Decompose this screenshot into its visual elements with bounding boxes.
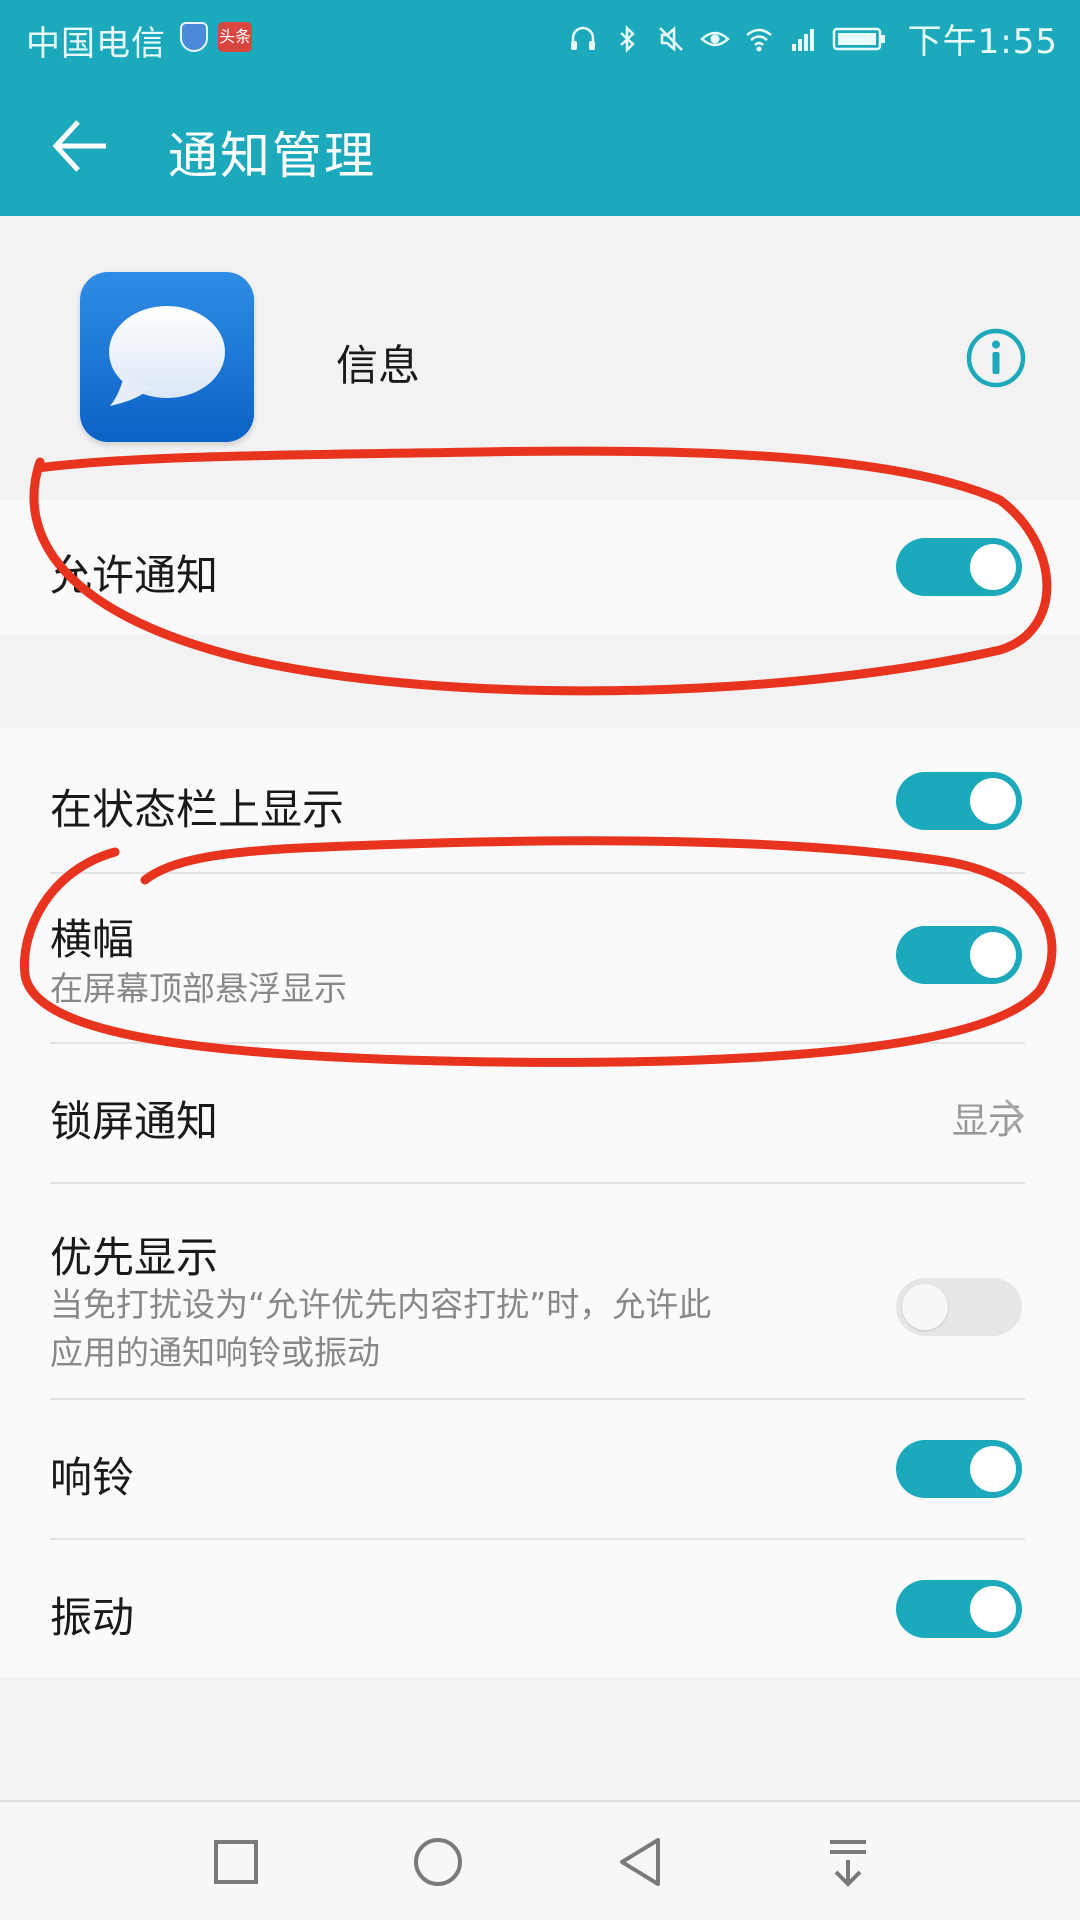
carrier-label: 中国电信 — [26, 24, 166, 64]
chevron-right-icon — [1004, 1098, 1025, 1134]
ringtone-toggle[interactable] — [896, 1440, 1022, 1498]
allow-notifications-row[interactable]: 允许通知 — [0, 500, 1080, 634]
status-bar-display-toggle[interactable] — [896, 772, 1022, 830]
status-bar-display-label: 在状态栏上显示 — [50, 785, 345, 834]
back-arrow-icon[interactable] — [48, 114, 112, 178]
banner-toggle[interactable] — [896, 926, 1022, 984]
allow-notifications-label: 允许通知 — [50, 551, 219, 600]
toggle-knob — [970, 1586, 1016, 1632]
toolbar: 通知管理 — [0, 76, 1080, 216]
security-shield-icon — [180, 22, 208, 52]
recents-square-icon[interactable] — [206, 1832, 266, 1892]
vibrate-label: 振动 — [50, 1593, 135, 1642]
home-circle-icon[interactable] — [408, 1832, 468, 1892]
toggle-knob — [970, 778, 1016, 824]
allow-notifications-toggle[interactable] — [896, 538, 1022, 596]
notification-pull-icon[interactable] — [818, 1832, 878, 1892]
notification-settings-card: 在状态栏上显示 横幅 在屏幕顶部悬浮显示 锁屏通知 显示 优先显示 当免打扰设为… — [0, 728, 1080, 1678]
app-name: 信息 — [336, 341, 421, 390]
info-icon[interactable] — [964, 326, 1028, 390]
bluetooth-icon — [619, 24, 635, 53]
toggle-knob — [970, 932, 1016, 978]
ringtone-row[interactable]: 响铃 — [0, 1400, 1080, 1538]
back-triangle-icon[interactable] — [610, 1832, 670, 1892]
toggle-knob — [902, 1284, 948, 1330]
banner-row[interactable]: 横幅 在屏幕顶部悬浮显示 — [0, 874, 1080, 1042]
vibrate-row[interactable]: 振动 — [0, 1540, 1080, 1678]
banner-description: 在屏幕顶部悬浮显示 — [50, 969, 347, 1008]
vibrate-toggle[interactable] — [896, 1580, 1022, 1638]
allow-notifications-card: 允许通知 — [0, 500, 1080, 634]
ringtone-label: 响铃 — [50, 1453, 135, 1502]
lock-screen-row[interactable]: 锁屏通知 显示 — [0, 1044, 1080, 1182]
page-title: 通知管理 — [168, 127, 376, 185]
headset-icon — [570, 26, 595, 50]
priority-display-row[interactable]: 优先显示 当免打扰设为“允许优先内容打扰”时，允许此 应用的通知响铃或振动 — [0, 1184, 1080, 1398]
status-bar: 中国电信 头条 下午1:55 — [0, 0, 1080, 76]
banner-label: 横幅 — [50, 915, 135, 964]
app-header: 信息 — [0, 216, 1080, 500]
toggle-knob — [970, 1446, 1016, 1492]
message-bubble-icon — [80, 272, 254, 442]
clock-time: 下午1:55 — [907, 22, 1058, 62]
lock-screen-label: 锁屏通知 — [50, 1097, 219, 1146]
eye-icon — [699, 31, 730, 46]
mute-icon — [658, 25, 683, 52]
battery-icon — [832, 27, 885, 50]
wifi-icon — [745, 28, 772, 51]
news-badge-icon: 头条 — [218, 22, 252, 52]
signal-4g-icon — [791, 28, 814, 51]
priority-description-line1: 当免打扰设为“允许优先内容打扰”时，允许此 — [50, 1285, 712, 1324]
priority-description-line2: 应用的通知响铃或振动 — [50, 1333, 380, 1372]
priority-display-label: 优先显示 — [50, 1233, 219, 1282]
status-bar-display-row[interactable]: 在状态栏上显示 — [0, 728, 1080, 872]
navigation-bar — [0, 1800, 1080, 1920]
toggle-knob — [970, 544, 1016, 590]
priority-display-toggle[interactable] — [896, 1278, 1022, 1336]
